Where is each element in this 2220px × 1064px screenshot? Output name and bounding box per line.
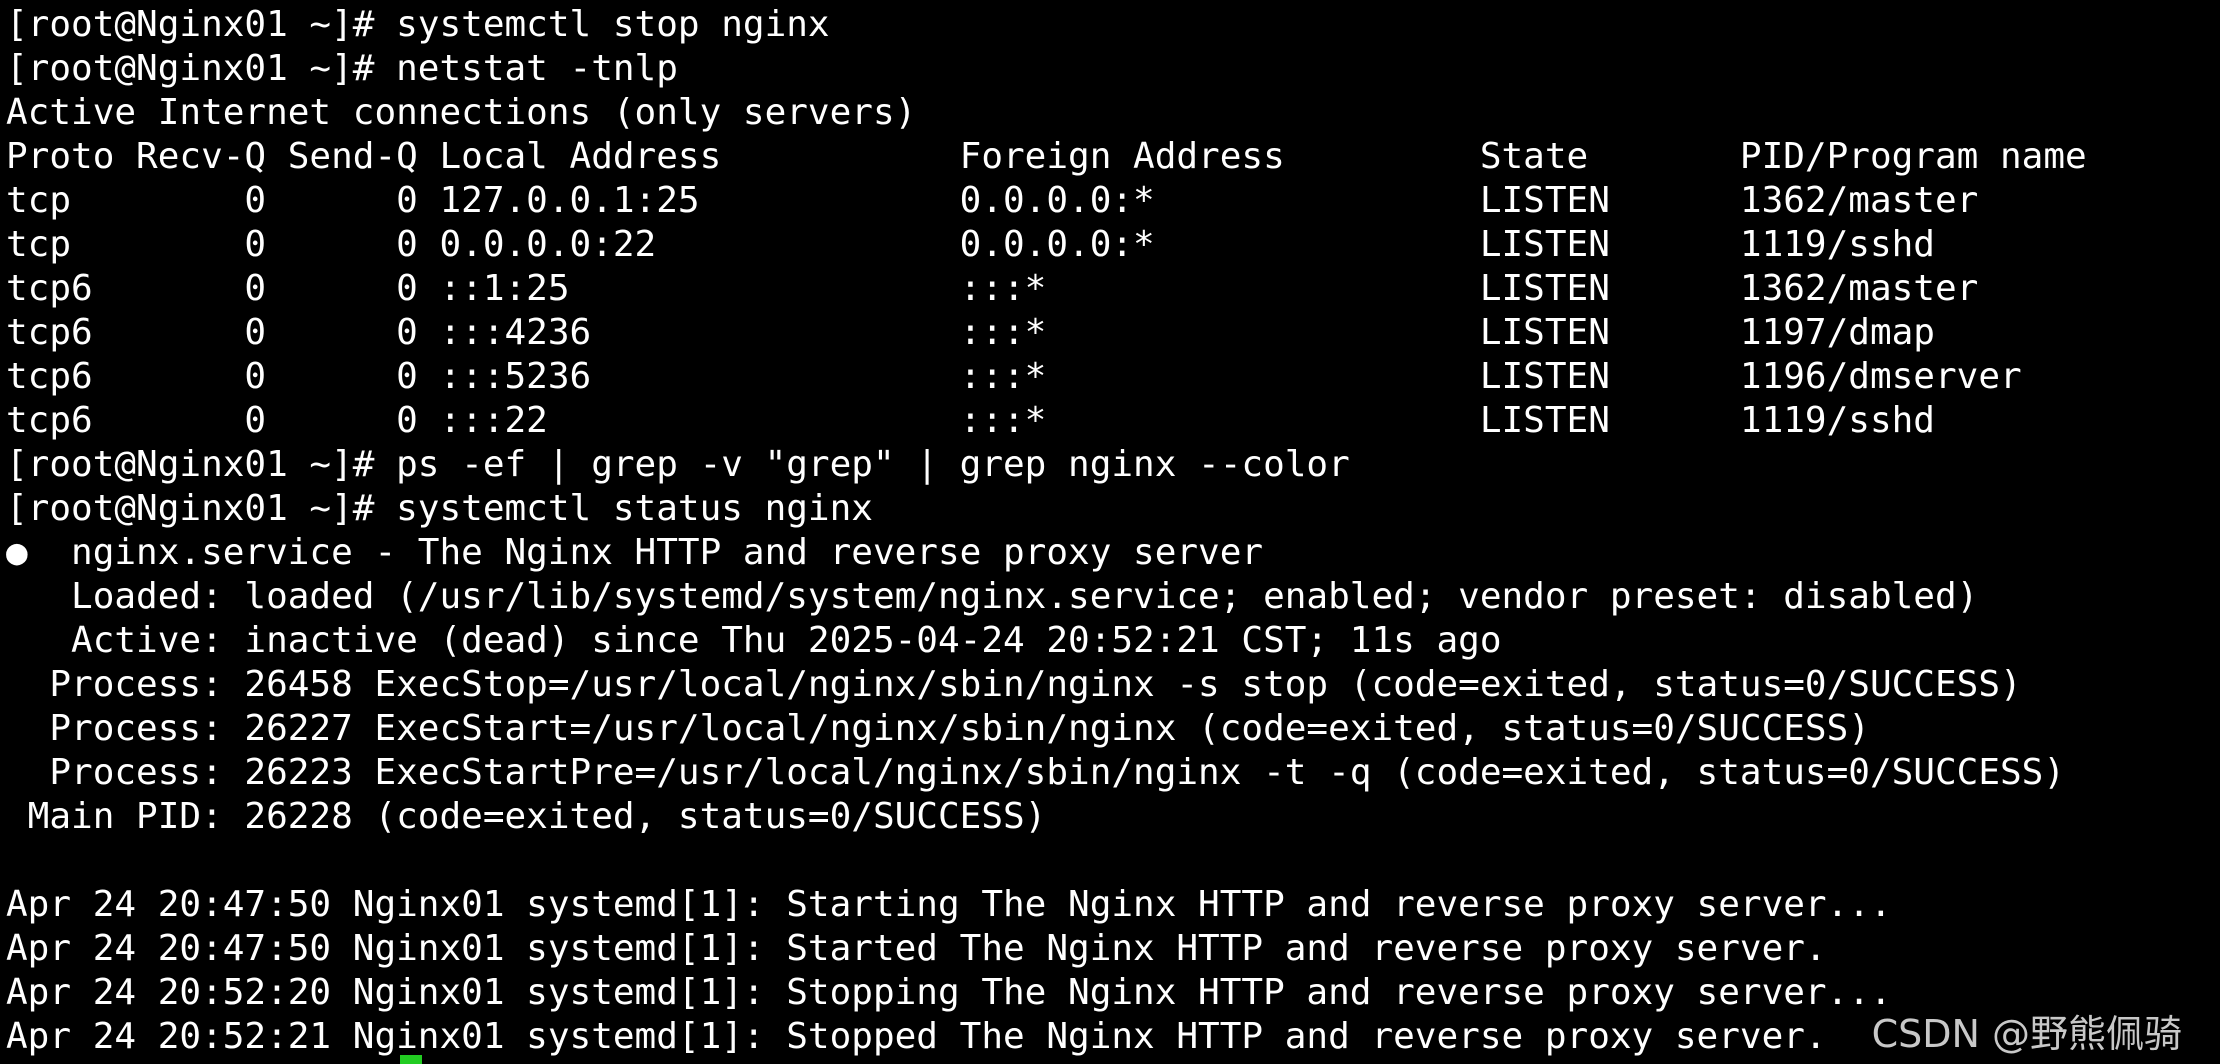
service-loaded-line: Loaded: loaded (/usr/lib/systemd/system/…: [6, 576, 1979, 617]
service-process-line: Process: 26458 ExecStop=/usr/local/nginx…: [6, 664, 2022, 705]
prompt-line-netstat: [root@Nginx01 ~]# netstat -tnlp: [6, 48, 678, 89]
netstat-row: tcp6 0 0 ::1:25 :::* LISTEN 1362/master: [6, 268, 1979, 309]
prompt-line-ps-grep: [root@Nginx01 ~]# ps -ef | grep -v "grep…: [6, 444, 1350, 485]
service-main-pid-line: Main PID: 26228 (code=exited, status=0/S…: [6, 796, 1047, 837]
netstat-row: tcp6 0 0 :::5236 :::* LISTEN 1196/dmserv…: [6, 356, 2022, 397]
csdn-watermark: CSDN @野熊佩骑: [1871, 1012, 2182, 1056]
journal-log-line: Apr 24 20:47:50 Nginx01 systemd[1]: Star…: [6, 928, 1827, 969]
terminal-cursor: [400, 1055, 422, 1064]
terminal-window[interactable]: [root@Nginx01 ~]# systemctl stop nginx […: [0, 0, 2220, 1064]
journal-log-line: Apr 24 20:52:21 Nginx01 systemd[1]: Stop…: [6, 1016, 1827, 1057]
netstat-row: tcp 0 0 127.0.0.1:25 0.0.0.0:* LISTEN 13…: [6, 180, 1979, 221]
netstat-row: tcp6 0 0 :::22 :::* LISTEN 1119/sshd: [6, 400, 1935, 441]
netstat-row: tcp 0 0 0.0.0.0:22 0.0.0.0:* LISTEN 1119…: [6, 224, 1935, 265]
terminal-output: [root@Nginx01 ~]# systemctl stop nginx […: [6, 3, 2087, 1059]
prompt-line-stop-nginx: [root@Nginx01 ~]# systemctl stop nginx: [6, 4, 830, 45]
netstat-title: Active Internet connections (only server…: [6, 92, 917, 133]
service-active-line: Active: inactive (dead) since Thu 2025-0…: [6, 620, 1502, 661]
service-title-line: ● nginx.service - The Nginx HTTP and rev…: [6, 532, 1264, 573]
netstat-row: tcp6 0 0 :::4236 :::* LISTEN 1197/dmap: [6, 312, 1935, 353]
netstat-header: Proto Recv-Q Send-Q Local Address Foreig…: [6, 136, 2087, 177]
journal-log-line: Apr 24 20:47:50 Nginx01 systemd[1]: Star…: [6, 884, 1892, 925]
journal-log-line: Apr 24 20:52:20 Nginx01 systemd[1]: Stop…: [6, 972, 1892, 1013]
prompt-line-status: [root@Nginx01 ~]# systemctl status nginx: [6, 488, 873, 529]
service-process-line: Process: 26223 ExecStartPre=/usr/local/n…: [6, 752, 2066, 793]
service-process-line: Process: 26227 ExecStart=/usr/local/ngin…: [6, 708, 1870, 749]
